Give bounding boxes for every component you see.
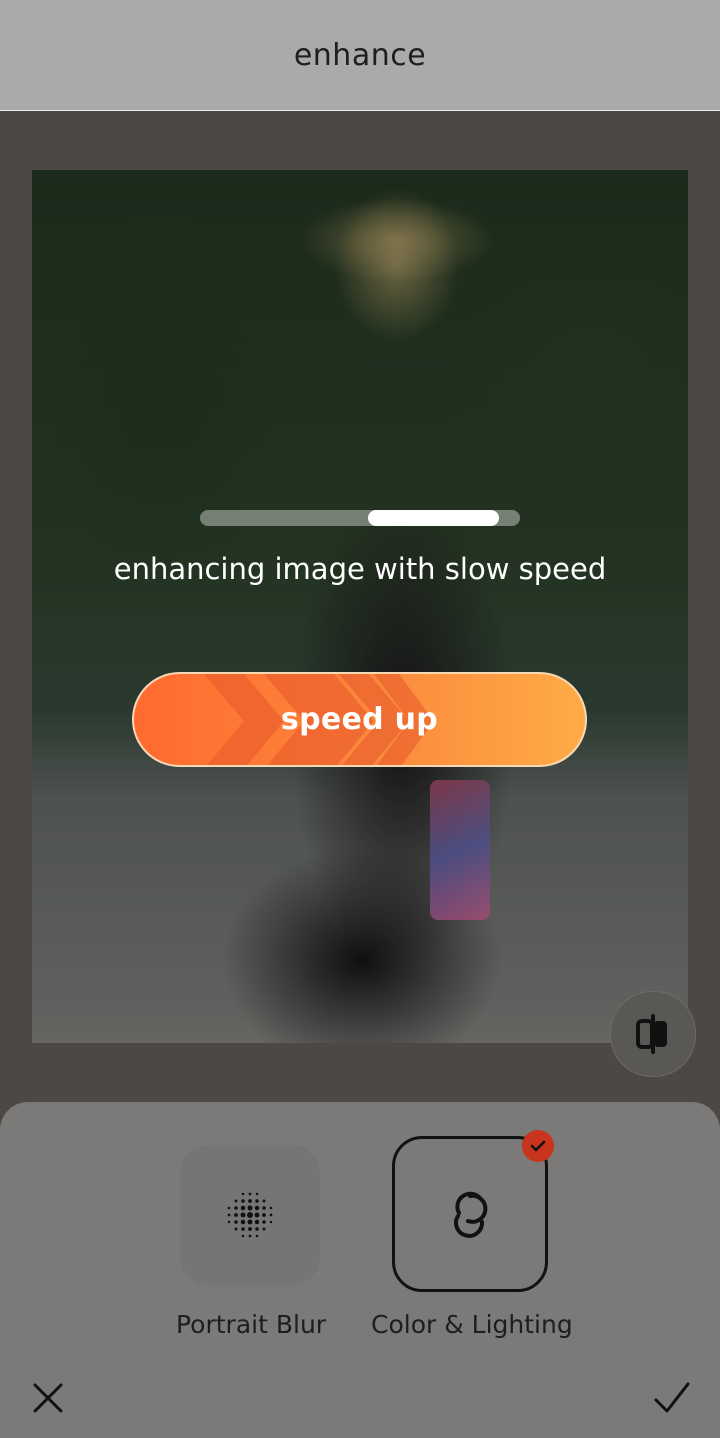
color-lighting-tool[interactable] — [392, 1136, 548, 1292]
photo-detail — [430, 780, 490, 920]
compare-icon — [636, 1014, 667, 1054]
dot — [254, 1212, 260, 1218]
dot — [255, 1234, 259, 1238]
tool-panel — [0, 1102, 720, 1438]
dot — [255, 1227, 259, 1231]
dot — [269, 1220, 273, 1224]
dot — [254, 1205, 260, 1211]
check-icon — [530, 1140, 546, 1152]
dot — [255, 1199, 259, 1203]
interlocking-circles-icon — [454, 1191, 488, 1238]
dot — [241, 1192, 245, 1196]
speed-up-label: speed up — [280, 702, 439, 737]
dot — [234, 1206, 238, 1210]
dot — [248, 1199, 252, 1203]
color-lighting-label: Color & Lighting — [371, 1310, 573, 1339]
dot — [248, 1192, 252, 1196]
compare-button[interactable] — [610, 991, 696, 1077]
progress-bar — [200, 510, 520, 526]
page-title: enhance — [293, 37, 427, 73]
portrait-blur-tool[interactable] — [180, 1145, 320, 1285]
selected-badge — [522, 1130, 554, 1162]
dot — [269, 1213, 273, 1217]
dot — [262, 1220, 266, 1224]
checkmark-icon[interactable] — [652, 1378, 692, 1418]
dot — [240, 1219, 246, 1225]
dot — [248, 1234, 252, 1238]
dot-grid-icon — [227, 1192, 273, 1238]
dot — [247, 1212, 253, 1218]
dot — [234, 1227, 238, 1231]
dot — [234, 1220, 238, 1224]
dot — [227, 1206, 231, 1210]
dot — [262, 1213, 266, 1217]
speed-up-button[interactable]: speed up — [132, 672, 587, 767]
dot — [227, 1213, 231, 1217]
dot — [234, 1199, 238, 1203]
dot — [227, 1220, 231, 1224]
top-bar: enhance — [0, 0, 720, 111]
dot — [240, 1212, 246, 1218]
portrait-blur-label: Portrait Blur — [176, 1310, 327, 1339]
dot — [241, 1199, 245, 1203]
dot — [254, 1219, 260, 1225]
dot — [247, 1219, 253, 1225]
dot — [262, 1206, 266, 1210]
dot — [247, 1205, 253, 1211]
dot — [248, 1227, 252, 1231]
close-icon[interactable] — [28, 1378, 68, 1418]
dot — [240, 1205, 246, 1211]
dot — [269, 1206, 273, 1210]
dot — [255, 1192, 259, 1196]
dot — [241, 1234, 245, 1238]
photo-preview — [32, 170, 688, 1043]
progress-indicator — [368, 510, 499, 526]
dot — [262, 1199, 266, 1203]
dot — [262, 1227, 266, 1231]
status-message: enhancing image with slow speed — [113, 552, 607, 586]
dot — [234, 1213, 238, 1217]
dot — [241, 1227, 245, 1231]
